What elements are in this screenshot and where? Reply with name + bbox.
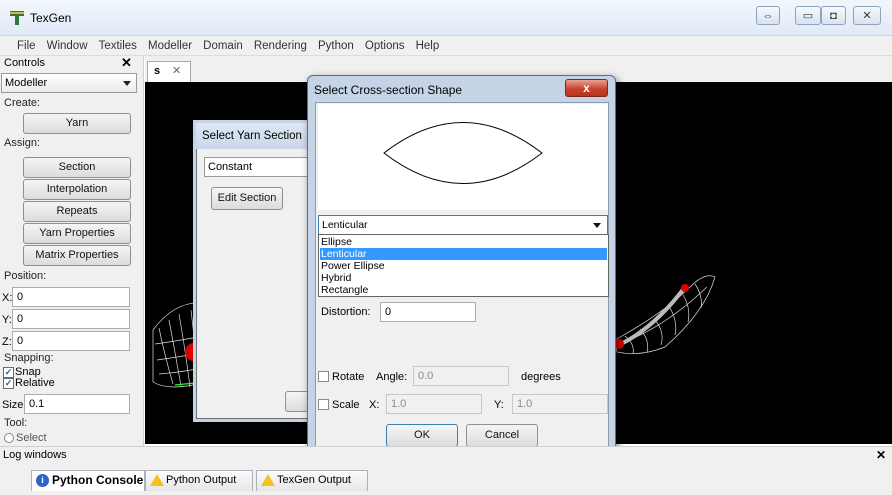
option-lenticular[interactable]: Lenticular [320, 248, 607, 260]
option-ellipse[interactable]: Ellipse [320, 236, 607, 248]
y-label: Y: [2, 314, 12, 326]
log-windows-header: Log windows ✕ [0, 446, 892, 464]
scale-y-input[interactable]: 1.0 [512, 394, 608, 414]
relative-label: Relative [15, 377, 55, 389]
angle-label: Angle: [376, 371, 408, 383]
shape-preview [318, 104, 608, 210]
yarn-section-mode-select[interactable]: Constant [204, 157, 310, 177]
mode-select[interactable]: Modeller [1, 73, 137, 93]
close-window-button[interactable]: ✕ [853, 6, 881, 25]
tab-s-label: s [154, 65, 161, 77]
yarn-dialog-button-partial[interactable] [285, 391, 309, 412]
menu-domain[interactable]: Domain [203, 36, 243, 56]
cs-dialog-title: Select Cross-section Shape [314, 83, 463, 97]
tab-python-console[interactable]: i Python Console [31, 470, 145, 491]
option-hybrid[interactable]: Hybrid [320, 272, 607, 284]
matrix-properties-button[interactable]: Matrix Properties [23, 245, 131, 266]
rotate-label: Rotate [332, 371, 365, 383]
option-power-ellipse[interactable]: Power Ellipse [320, 260, 607, 272]
z-position-input[interactable]: 0 [12, 331, 130, 351]
yarn-dialog-title: Select Yarn Section [202, 130, 302, 142]
tab-texgen-output-label: TexGen Output [277, 474, 351, 486]
x-position-input[interactable]: 0 [12, 287, 130, 307]
z-label: Z: [2, 336, 12, 348]
create-label: Create: [4, 97, 41, 109]
scale-checkbox[interactable] [318, 399, 329, 410]
warning-icon [150, 474, 164, 486]
scale-x-input[interactable]: 1.0 [386, 394, 482, 414]
yarn-properties-button[interactable]: Yarn Properties [23, 223, 131, 244]
menu-help[interactable]: Help [416, 36, 440, 56]
warning-icon [261, 474, 275, 486]
controls-title: Controls [4, 57, 45, 69]
y-position-input[interactable]: 0 [12, 309, 130, 329]
relative-checkbox[interactable]: ✓ [3, 378, 14, 389]
menu-window[interactable]: Window [47, 36, 88, 56]
controls-panel: Controls ✕ Modeller Create: Yarn Assign:… [0, 56, 144, 446]
shape-type-select[interactable]: Lenticular [318, 215, 608, 235]
menu-file[interactable]: File [17, 36, 36, 56]
select-tool-radio[interactable] [4, 433, 14, 443]
info-icon: i [36, 474, 49, 487]
tab-python-output[interactable]: Python Output [145, 470, 253, 491]
log-close-icon[interactable]: ✕ [876, 448, 886, 462]
select-tool-label: Select [16, 432, 47, 444]
rotate-checkbox[interactable] [318, 371, 329, 382]
scale-y-label: Y: [494, 399, 504, 411]
tool-label: Tool: [4, 417, 28, 429]
menu-bar: File Window Textiles Modeller Domain Ren… [0, 36, 892, 56]
cs-dialog-close-button[interactable]: x [565, 79, 608, 97]
mode-select-value: Modeller [5, 77, 48, 89]
snap-size-input[interactable]: 0.1 [24, 394, 130, 414]
yarn-dialog-title-bar: Select Yarn Section [196, 123, 316, 149]
chevron-down-icon [593, 223, 601, 228]
maximize-button[interactable]: ◘ [821, 6, 846, 25]
menu-options[interactable]: Options [365, 36, 405, 56]
control-point-marker [681, 284, 689, 292]
position-label: Position: [4, 270, 47, 282]
texgen-app-icon [9, 10, 25, 26]
menu-textiles[interactable]: Textiles [99, 36, 137, 56]
section-button[interactable]: Section [23, 157, 131, 178]
snap-layout-button[interactable]: ⇔ [756, 6, 780, 25]
minimize-button[interactable]: ▭ [795, 6, 821, 25]
angle-input[interactable]: 0.0 [413, 366, 509, 386]
snap-checkbox[interactable]: ✓ [3, 367, 14, 378]
distortion-input[interactable]: 0 [380, 302, 476, 322]
menu-python[interactable]: Python [318, 36, 354, 56]
interpolation-button[interactable]: Interpolation [23, 179, 131, 200]
x-label: X: [2, 292, 13, 304]
yarn-button[interactable]: Yarn [23, 113, 131, 134]
window-title: TexGen [30, 11, 72, 25]
menu-rendering[interactable]: Rendering [254, 36, 307, 56]
shape-type-value: Lenticular [322, 219, 368, 231]
log-windows-title: Log windows [3, 449, 67, 461]
tab-close-icon[interactable]: ✕ [172, 64, 181, 77]
size-label: Size: [2, 399, 27, 411]
edit-section-button[interactable]: Edit Section [211, 187, 283, 210]
tab-texgen-output[interactable]: TexGen Output [256, 470, 368, 491]
tab-python-console-label: Python Console [52, 473, 144, 487]
ok-button[interactable]: OK [386, 424, 458, 447]
tab-s[interactable]: s ✕ [147, 61, 191, 82]
chevron-down-icon [123, 81, 131, 86]
snapping-label: Snapping: [4, 352, 54, 364]
shape-dropdown-list: Ellipse Lenticular Power Ellipse Hybrid … [318, 234, 609, 297]
scale-label: Scale [332, 399, 360, 411]
cancel-button[interactable]: Cancel [466, 424, 538, 447]
assign-label: Assign: [4, 137, 41, 149]
menu-modeller[interactable]: Modeller [148, 36, 192, 56]
scale-x-label: X: [369, 399, 380, 411]
option-rectangle[interactable]: Rectangle [320, 284, 607, 296]
controls-close-icon[interactable]: ✕ [121, 56, 132, 71]
tab-python-output-label: Python Output [166, 474, 237, 486]
repeats-button[interactable]: Repeats [23, 201, 131, 222]
distortion-label: Distortion: [321, 306, 371, 318]
degrees-label: degrees [521, 371, 561, 383]
